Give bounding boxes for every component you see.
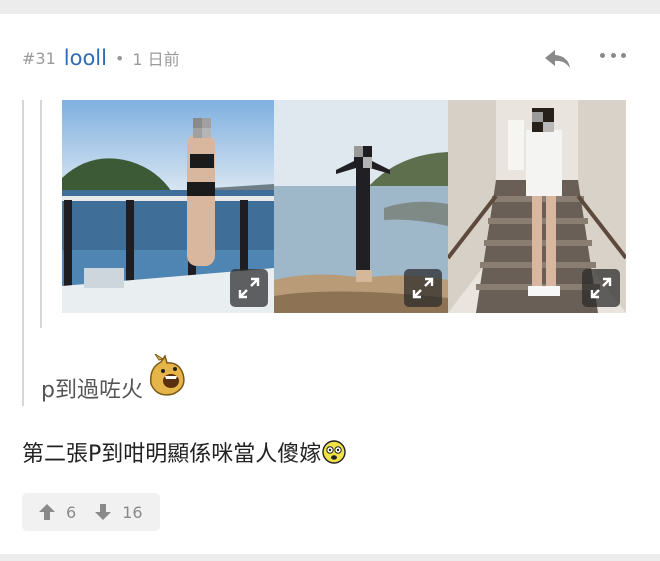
gallery-image-2[interactable]: [274, 100, 448, 313]
post-header: #31 looll • 1 日前: [22, 44, 180, 72]
more-dots-icon: [600, 53, 605, 58]
expand-icon: [590, 277, 612, 299]
image-gallery: [62, 100, 626, 313]
gallery-image-3[interactable]: [448, 100, 626, 313]
expand-icon: [238, 277, 260, 299]
upvote-button[interactable]: 6: [38, 503, 76, 522]
expand-icon: [412, 277, 434, 299]
expand-button-3[interactable]: [582, 269, 620, 307]
downvote-button[interactable]: 16: [94, 502, 143, 522]
expand-button-2[interactable]: [404, 269, 442, 307]
meta-separator: •: [114, 48, 125, 68]
expand-button-1[interactable]: [230, 269, 268, 307]
gallery-image-1[interactable]: [62, 100, 274, 313]
laughing-creature-emoji: [145, 353, 189, 398]
vote-bar: 6 16: [22, 493, 160, 531]
post-number[interactable]: #31: [22, 49, 56, 68]
comment-text: 第二張P到咁明顯係咪當人傻嫁: [22, 436, 346, 468]
upvote-count: 6: [66, 502, 77, 522]
reply-arrow-icon: [545, 50, 570, 68]
post-time: 1 日前: [132, 50, 180, 69]
quoted-text: p到過咗火: [41, 353, 189, 410]
arrow-up-icon: [39, 504, 55, 520]
quoted-text-content: p到過咗火: [41, 378, 143, 403]
more-options-button[interactable]: [600, 53, 626, 63]
quote-bar-inner: [40, 100, 42, 328]
downvote-count: 16: [122, 502, 143, 522]
quote-bar-outer: [22, 100, 24, 406]
arrow-down-icon: [95, 504, 112, 520]
username-link[interactable]: looll: [64, 46, 107, 70]
reply-button[interactable]: [544, 49, 572, 69]
shocked-face-emoji: [322, 440, 346, 464]
comment-text-content: 第二張P到咁明顯係咪當人傻嫁: [22, 442, 322, 467]
